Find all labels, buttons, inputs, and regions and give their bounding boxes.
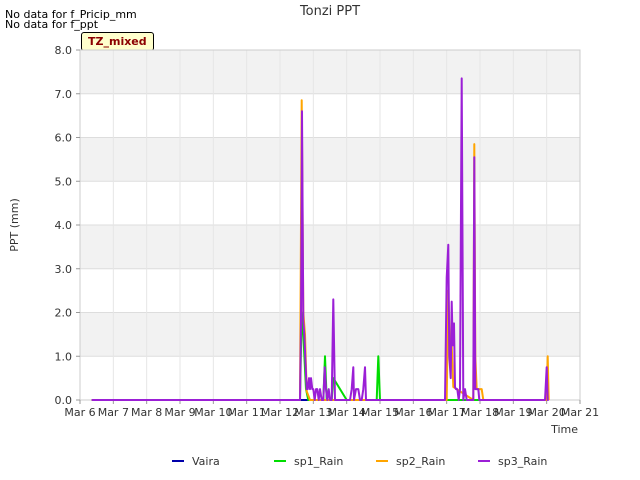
plot-band bbox=[80, 50, 580, 94]
legend-label: sp2_Rain bbox=[396, 455, 445, 468]
y-axis-ticks: 0.01.02.03.04.05.06.07.08.0 bbox=[55, 44, 80, 407]
chart-title: Tonzi PPT bbox=[299, 4, 360, 19]
legend: Vaira sp1_Rain sp2_Rain sp3_Rain bbox=[172, 455, 547, 468]
plot-band bbox=[80, 93, 580, 138]
x-tick-label: Mar 21 bbox=[561, 406, 599, 419]
legend-label: sp1_Rain bbox=[294, 455, 343, 468]
x-tick-label: Mar 6 bbox=[64, 406, 95, 419]
plot-band bbox=[80, 225, 580, 269]
plot-band bbox=[80, 312, 580, 357]
chart-canvas: Tonzi PPT 0.01.02.03.04.05.06.07.08.0 Ma… bbox=[8, 4, 599, 468]
x-axis-ticks: Mar 6 Mar 7 Mar 8 Mar 9Mar 10Mar 11Mar 12Ma… bbox=[64, 400, 599, 419]
x-tick-label: Mar 9 bbox=[164, 406, 195, 419]
x-tick-label: Mar 7 bbox=[98, 406, 129, 419]
y-tick-label: 7.0 bbox=[55, 88, 73, 101]
y-axis-label: PPT (mm) bbox=[8, 198, 21, 252]
y-tick-label: 1.0 bbox=[55, 350, 73, 363]
plot-band bbox=[80, 181, 580, 225]
legend-label: Vaira bbox=[192, 455, 220, 468]
x-axis-label: Time bbox=[550, 423, 578, 436]
plot-band bbox=[80, 137, 580, 182]
y-tick-label: 4.0 bbox=[55, 219, 73, 232]
plot-band bbox=[80, 268, 580, 313]
y-tick-label: 6.0 bbox=[55, 132, 73, 145]
y-tick-label: 5.0 bbox=[55, 175, 73, 188]
legend-label: sp3_Rain bbox=[498, 455, 547, 468]
y-tick-label: 3.0 bbox=[55, 263, 73, 276]
y-tick-label: 8.0 bbox=[55, 44, 73, 57]
x-tick-label: Mar 8 bbox=[131, 406, 162, 419]
y-tick-label: 2.0 bbox=[55, 307, 73, 320]
